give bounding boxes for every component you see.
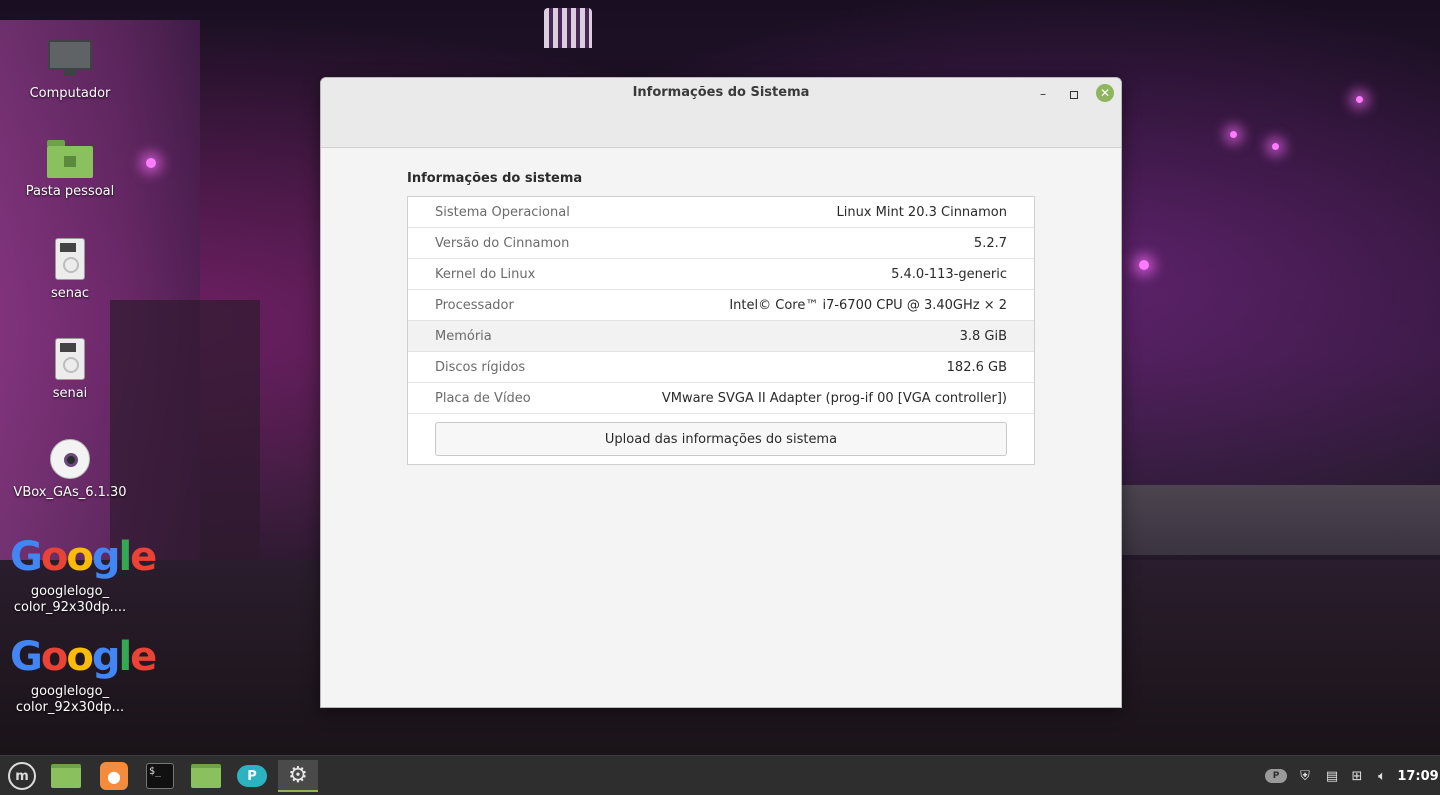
menu-button[interactable]: m — [2, 760, 42, 792]
cloud-badge: P — [1265, 769, 1287, 783]
shield-icon[interactable]: ⛨ — [1294, 756, 1316, 795]
desktop-icon-computador[interactable]: Computador — [10, 40, 130, 102]
terminal-icon: $_ — [146, 763, 174, 789]
close-icon: ✕ — [1099, 86, 1111, 100]
clock[interactable]: 17:09 — [1397, 756, 1439, 795]
drive-icon — [55, 238, 85, 280]
mint-logo-icon: m — [8, 762, 36, 790]
info-value: VMware SVGA II Adapter (prog-if 00 [VGA … — [661, 390, 1007, 406]
wallpaper-light — [146, 158, 156, 168]
window-title: Informações do Sistema — [632, 85, 810, 100]
clock-text: 17:09 — [1397, 768, 1439, 784]
desktop-icon-label: VBox_GAs_6.1.30 — [13, 485, 127, 500]
gear-icon: ⚙ — [288, 762, 308, 788]
info-value: 3.8 GiB — [959, 328, 1007, 344]
desktop-icon-label: senai — [52, 386, 88, 401]
computer-icon — [47, 40, 93, 80]
info-value: 5.4.0-113-generic — [891, 266, 1007, 282]
info-value: Linux Mint 20.3 Cinnamon — [836, 204, 1007, 220]
info-row-disks: Discos rígidos 182.6 GB — [408, 352, 1034, 383]
files-window[interactable] — [186, 760, 226, 792]
desktop-icon-googlelogo-2[interactable]: Google googlelogo_ color_92x30dp... — [10, 634, 157, 716]
info-row-kernel: Kernel do Linux 5.4.0-113-generic — [408, 259, 1034, 290]
info-label: Versão do Cinnamon — [435, 235, 570, 251]
info-row-cinnamon: Versão do Cinnamon 5.2.7 — [408, 228, 1034, 259]
drive-icon — [55, 338, 85, 380]
folder-icon — [51, 764, 81, 788]
wallpaper-tower — [544, 8, 592, 48]
desktop-icon-vbox[interactable]: VBox_GAs_6.1.30 — [10, 439, 130, 501]
system-info-window-button[interactable]: ⚙ — [278, 760, 318, 792]
notes-icon[interactable]: ▤ — [1321, 756, 1343, 795]
info-label: Sistema Operacional — [435, 204, 570, 220]
close-button[interactable]: ✕ — [1096, 84, 1114, 102]
wallpaper-wall — [1122, 485, 1440, 555]
folder-icon — [191, 764, 221, 788]
info-label: Memória — [435, 328, 492, 344]
desktop-icon-label: senac — [50, 286, 90, 301]
firefox-launcher[interactable]: ● — [94, 760, 134, 792]
desktop-icon-senai[interactable]: senai — [10, 338, 130, 402]
info-row-memory: Memória 3.8 GiB — [408, 321, 1034, 352]
section-title: Informações do sistema — [407, 171, 583, 186]
taskbar: m ● $_ P ⚙ P ⛨ ▤ ⊞ 🔈︎ 17:09 — [0, 755, 1440, 795]
info-value: 182.6 GB — [946, 359, 1007, 375]
desktop-icon-label: Computador — [29, 86, 111, 101]
cloud-icon[interactable]: P — [1264, 756, 1288, 795]
window-content: Informações do sistema Sistema Operacion… — [407, 171, 1035, 465]
window-titlebar[interactable]: Informações do Sistema – ✕ — [321, 78, 1121, 148]
terminal-launcher[interactable]: $_ — [140, 760, 180, 792]
info-label: Discos rígidos — [435, 359, 526, 375]
info-label: Placa de Vídeo — [435, 390, 531, 406]
image-file-icon: Google — [10, 534, 157, 580]
info-row-video: Placa de Vídeo VMware SVGA II Adapter (p… — [408, 383, 1034, 414]
image-file-icon: Google — [10, 634, 157, 680]
firefox-icon: ● — [100, 762, 128, 790]
upload-system-info-button[interactable]: Upload das informações do sistema — [435, 422, 1007, 456]
desktop-icon-senac[interactable]: senac — [10, 238, 130, 302]
pcloud-launcher[interactable]: P — [232, 760, 272, 792]
wallpaper-light — [1272, 143, 1279, 150]
desktop-icon-label: Pasta pessoal — [25, 184, 115, 199]
wallpaper-building-dark — [110, 300, 260, 560]
desktop-icon-googlelogo-1[interactable]: Google googlelogo_ color_92x30dp.... — [10, 534, 157, 616]
maximize-icon — [1070, 90, 1078, 99]
desktop-icon-label: googlelogo_ color_92x30dp... — [15, 684, 125, 715]
upload-wrap: Upload das informações do sistema — [408, 414, 1034, 464]
info-value: 5.2.7 — [973, 235, 1007, 251]
cd-icon — [50, 439, 90, 479]
wallpaper-light — [1139, 260, 1149, 270]
system-info-window: Informações do Sistema – ✕ Informações d… — [320, 77, 1122, 708]
desktop-icon-label: googlelogo_ color_92x30dp.... — [13, 584, 127, 615]
wallpaper-light — [1356, 96, 1363, 103]
maximize-button[interactable] — [1064, 84, 1084, 104]
pcloud-icon: P — [237, 765, 267, 787]
info-row-os: Sistema Operacional Linux Mint 20.3 Cinn… — [408, 197, 1034, 228]
info-value: Intel© Core™ i7-6700 CPU @ 3.40GHz × 2 — [729, 297, 1007, 313]
files-launcher[interactable] — [46, 760, 86, 792]
info-row-processor: Processador Intel© Core™ i7-6700 CPU @ 3… — [408, 290, 1034, 321]
minimize-icon: – — [1040, 87, 1046, 101]
wallpaper-light — [1230, 131, 1237, 138]
network-icon[interactable]: ⊞ — [1346, 756, 1368, 795]
home-folder-icon — [47, 140, 93, 178]
minimize-button[interactable]: – — [1033, 84, 1053, 104]
info-label: Processador — [435, 297, 514, 313]
info-table: Sistema Operacional Linux Mint 20.3 Cinn… — [407, 196, 1035, 465]
desktop-icon-pasta-pessoal[interactable]: Pasta pessoal — [10, 140, 130, 200]
info-label: Kernel do Linux — [435, 266, 536, 282]
volume-icon[interactable]: 🔈︎ — [1371, 756, 1393, 795]
